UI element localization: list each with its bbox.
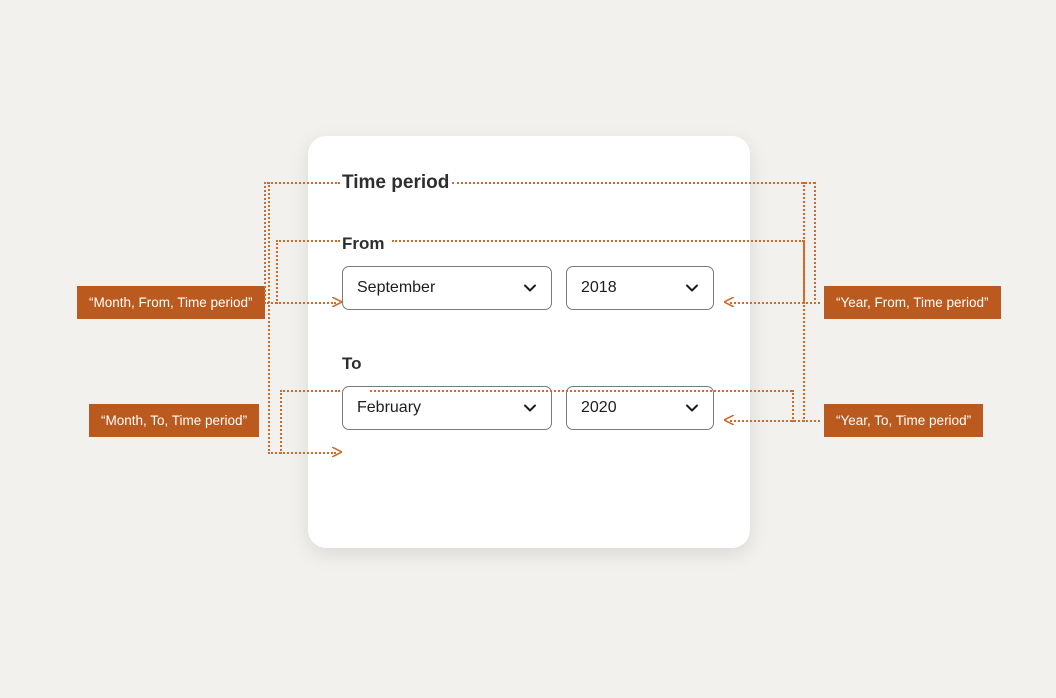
dashed-connector	[264, 182, 266, 304]
to-label: To	[342, 354, 716, 374]
from-label: From	[342, 234, 716, 254]
arrow-left-icon	[724, 415, 734, 425]
from-month-select[interactable]: September	[342, 266, 552, 310]
annotation-month-to: “Month, To, Time period”	[89, 404, 259, 437]
arrow-left-icon	[724, 297, 734, 307]
to-row: February 2020	[342, 386, 716, 430]
dashed-connector	[370, 390, 792, 392]
dashed-connector	[280, 390, 340, 392]
chevron-down-icon	[523, 401, 537, 415]
dashed-connector	[392, 240, 804, 242]
to-month-value: February	[357, 399, 421, 417]
from-month-value: September	[357, 279, 435, 297]
dashed-connector	[276, 240, 340, 242]
arrow-right-icon	[332, 297, 342, 307]
dashed-connector	[280, 390, 282, 454]
dashed-connector	[268, 182, 270, 454]
arrow-right-icon	[332, 447, 342, 457]
dashed-connector	[730, 302, 820, 304]
to-month-select[interactable]: February	[342, 386, 552, 430]
dashed-connector	[452, 182, 815, 184]
dashed-connector	[268, 452, 336, 454]
dashed-connector	[264, 182, 340, 184]
dashed-connector	[792, 390, 794, 422]
dashed-connector	[730, 420, 820, 422]
dashed-connector	[264, 302, 336, 304]
from-row: September 2018	[342, 266, 716, 310]
annotation-year-to: “Year, To, Time period”	[824, 404, 983, 437]
dashed-connector	[276, 240, 278, 304]
annotation-year-from: “Year, From, Time period”	[824, 286, 1001, 319]
dashed-connector	[803, 182, 805, 422]
to-year-select[interactable]: 2020	[566, 386, 714, 430]
time-period-card: Time period From September 2018 To Febru…	[308, 136, 750, 548]
chevron-down-icon	[685, 281, 699, 295]
from-year-select[interactable]: 2018	[566, 266, 714, 310]
dashed-connector	[814, 182, 816, 304]
chevron-down-icon	[685, 401, 699, 415]
annotation-month-from: “Month, From, Time period”	[77, 286, 265, 319]
chevron-down-icon	[523, 281, 537, 295]
from-year-value: 2018	[581, 279, 617, 297]
to-year-value: 2020	[581, 399, 617, 417]
